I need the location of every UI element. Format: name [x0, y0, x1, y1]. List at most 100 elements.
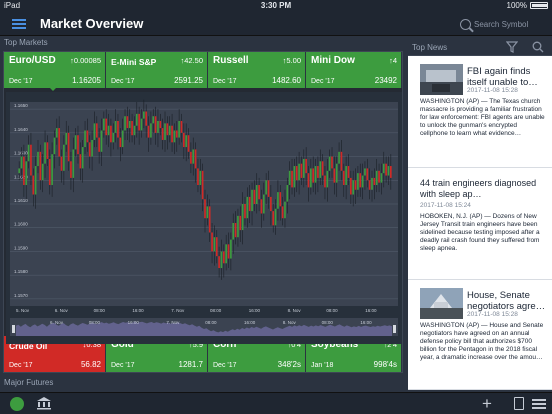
- battery-icon: [530, 2, 548, 9]
- navigator-tick-label: 08:00: [89, 320, 101, 325]
- candle-body: [79, 154, 82, 169]
- page-title: Market Overview: [40, 16, 144, 31]
- candle-body: [211, 232, 213, 252]
- x-tick-label: 16:00: [249, 308, 261, 313]
- candle-body: [218, 256, 220, 269]
- candle-body: [128, 120, 131, 129]
- news-item[interactable]: 44 train engineers diagnosed with sleep …: [408, 168, 552, 280]
- candle-body: [274, 208, 277, 226]
- candle-body: [143, 111, 145, 119]
- candle-body: [298, 163, 300, 181]
- candle-body: [373, 177, 376, 186]
- candle-body: [72, 149, 75, 178]
- list-menu-icon[interactable]: [532, 397, 546, 410]
- navigator-tick-label: 16:00: [128, 320, 140, 325]
- candle-body: [138, 113, 140, 131]
- candle-body: [333, 168, 336, 183]
- candle-body: [251, 189, 253, 212]
- candle-body: [291, 170, 293, 188]
- candle-body: [380, 173, 383, 183]
- candle-body: [135, 113, 138, 126]
- news-title: 44 train engineers diagnosed with sleep …: [420, 178, 537, 199]
- candle-body: [272, 211, 275, 226]
- candle-body: [27, 144, 30, 162]
- candle-body: [340, 151, 343, 171]
- candle-body: [305, 158, 307, 174]
- top-market-tile[interactable]: E-Mini S&P Dec '17 ↑42.50 2591.25: [106, 52, 208, 88]
- candle-body: [124, 116, 126, 131]
- candle-body: [232, 222, 235, 240]
- candle-body: [133, 125, 136, 136]
- tile-price: 1482.60: [272, 76, 301, 85]
- candle-body: [324, 175, 326, 188]
- candle-body: [317, 166, 319, 178]
- candle-body: [227, 244, 230, 259]
- nav-bar: Market Overview Search Symbol: [0, 12, 552, 36]
- status-bar: iPad 3:30 PM 100%: [0, 0, 552, 12]
- candle-body: [51, 154, 53, 186]
- filter-icon[interactable]: [506, 41, 518, 53]
- candle-body: [175, 130, 178, 138]
- candle-body: [241, 204, 244, 231]
- candle-body: [187, 135, 190, 152]
- tile-price: 2591.25: [174, 76, 203, 85]
- top-news-label: Top News: [412, 43, 448, 52]
- candle-body: [84, 130, 86, 148]
- top-market-tile[interactable]: Euro/USD Dec '17 ↑0.00085 1.16205: [4, 52, 106, 88]
- candle-body: [37, 151, 39, 167]
- candle-body: [110, 125, 112, 143]
- bank-icon[interactable]: [36, 396, 52, 410]
- news-item[interactable]: House, Senate negotiators agre… 2017-11-0…: [408, 280, 552, 390]
- candle-body: [204, 199, 206, 219]
- navigator-tick-label: 08:00: [205, 320, 217, 325]
- news-thumbnail: [420, 288, 463, 319]
- candle-body: [86, 130, 89, 143]
- tile-contract-month: Dec '17: [213, 78, 237, 85]
- chart-svg[interactable]: 1.16501.16401.16301.16201.16101.16001.15…: [6, 92, 402, 344]
- candle-body: [41, 163, 44, 181]
- candle-body: [121, 130, 124, 148]
- menu-icon[interactable]: [12, 17, 26, 31]
- candle-body: [183, 132, 185, 148]
- news-item[interactable]: FBI again finds itself unable to… 2017-11…: [408, 56, 552, 168]
- tile-contract-month: Dec '17: [111, 78, 135, 85]
- price-chart[interactable]: 1.1650 1.1640 1.1630 1.1620 1.1610 1.1600 1.15…: [6, 92, 402, 344]
- candle-body: [312, 168, 315, 183]
- candle-body: [159, 120, 162, 129]
- news-title: House, Senate negotiators agre…: [467, 290, 546, 312]
- candle-body: [258, 185, 260, 200]
- search-input[interactable]: Search Symbol: [460, 15, 548, 33]
- tile-change: ↑4: [389, 56, 397, 65]
- top-market-tile[interactable]: Russell Dec '17 ↑5.00 1482.60: [208, 52, 306, 88]
- candle-body: [168, 125, 171, 136]
- candle-body: [262, 194, 265, 214]
- candle-body: [215, 237, 218, 257]
- candle-body: [30, 144, 32, 176]
- document-icon[interactable]: [514, 397, 524, 410]
- top-market-tile[interactable]: Mini Dow Dec '17 ↑4 23492: [306, 52, 402, 88]
- x-tick-label: 08:00: [210, 308, 222, 313]
- globe-icon[interactable]: [10, 397, 24, 411]
- candle-body: [246, 196, 249, 219]
- candle-body: [95, 123, 98, 138]
- navigator-tick-label: 6. Nov: [50, 320, 64, 325]
- candle-body: [366, 168, 369, 181]
- candle-body: [310, 168, 312, 188]
- y-tick-label: 1.1650: [14, 103, 28, 108]
- news-list: FBI again finds itself unable to… 2017-11…: [408, 56, 552, 390]
- tile-change: ↑42.50: [180, 56, 203, 65]
- candle-body: [53, 137, 56, 155]
- candle-body: [213, 237, 216, 252]
- add-icon[interactable]: +: [482, 395, 492, 412]
- search-placeholder: Search Symbol: [474, 19, 529, 29]
- candle-body: [253, 189, 256, 204]
- candle-body: [281, 206, 284, 219]
- tile-contract-month: Dec '17: [213, 362, 237, 369]
- navigator-tick-label: 16:00: [244, 320, 256, 325]
- navigator-tick-label: 8. Nov: [283, 320, 297, 325]
- candle-body: [65, 132, 68, 145]
- candle-body: [197, 168, 199, 186]
- clock: 3:30 PM: [260, 1, 292, 10]
- candle-body: [284, 201, 286, 219]
- news-search-icon[interactable]: [532, 41, 544, 53]
